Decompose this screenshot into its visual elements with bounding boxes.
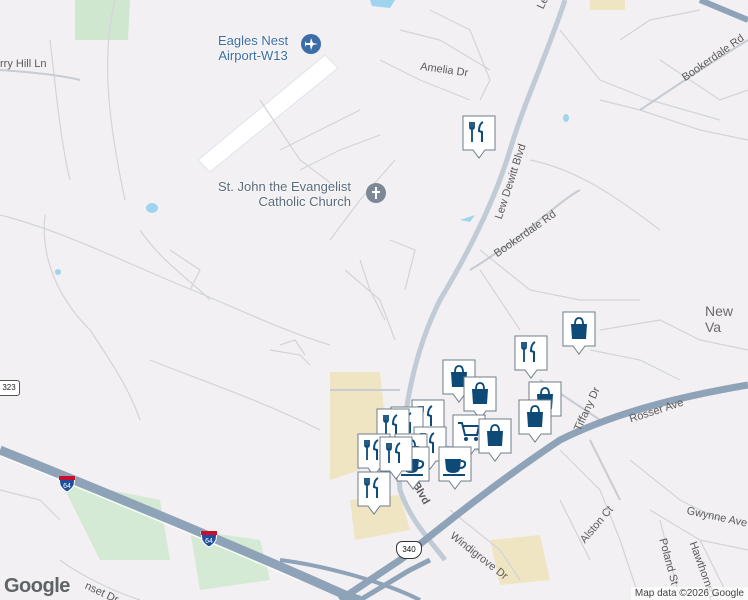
map-marker-restaurant[interactable]	[461, 114, 497, 160]
water-body	[460, 215, 475, 222]
street-label-berry-hill: rry Hill Ln	[0, 58, 47, 70]
shopping-bag-icon	[478, 418, 512, 462]
fork-knife-icon	[462, 115, 496, 159]
fork-knife-icon	[379, 436, 413, 480]
map-canvas[interactable]: Eagles Nest Airport-W13 St. John the Eva…	[0, 0, 748, 600]
map-marker-shopping[interactable]	[517, 398, 553, 444]
water-body	[55, 269, 61, 275]
church-label[interactable]: St. John the Evangelist Catholic Church	[218, 179, 351, 209]
water-body	[146, 203, 158, 213]
route-323-shield: 323	[0, 380, 20, 396]
town-label: New Va	[705, 303, 734, 335]
interstate-64-shield: 64	[57, 473, 77, 493]
arterial-road	[698, 0, 748, 23]
map-marker-shopping[interactable]	[561, 310, 597, 356]
map-marker-restaurant[interactable]	[513, 334, 549, 380]
fork-knife-icon	[514, 335, 548, 379]
commercial-area	[590, 0, 625, 10]
us-340-shield: 340	[396, 541, 422, 559]
airport-label[interactable]: Eagles Nest Airport-W13	[218, 33, 288, 63]
water-body	[563, 114, 569, 122]
map-marker-shopping[interactable]	[477, 417, 513, 463]
svg-text:64: 64	[205, 538, 213, 545]
shopping-bag-icon	[562, 311, 596, 355]
shopping-bag-icon	[518, 399, 552, 443]
map-marker-restaurant[interactable]	[378, 435, 414, 481]
church-icon[interactable]	[366, 183, 386, 203]
park-area	[75, 0, 130, 40]
map-marker-cafe[interactable]	[437, 445, 473, 491]
water-body	[370, 0, 395, 8]
coffee-cup-icon	[438, 446, 472, 490]
airport-runway	[197, 54, 339, 173]
interstate-64-shield: 64	[199, 528, 219, 548]
svg-text:64: 64	[63, 483, 71, 490]
airport-icon[interactable]	[301, 34, 321, 54]
google-logo: Google	[4, 575, 70, 597]
map-attribution[interactable]: Map data ©2026 Google	[630, 587, 748, 600]
